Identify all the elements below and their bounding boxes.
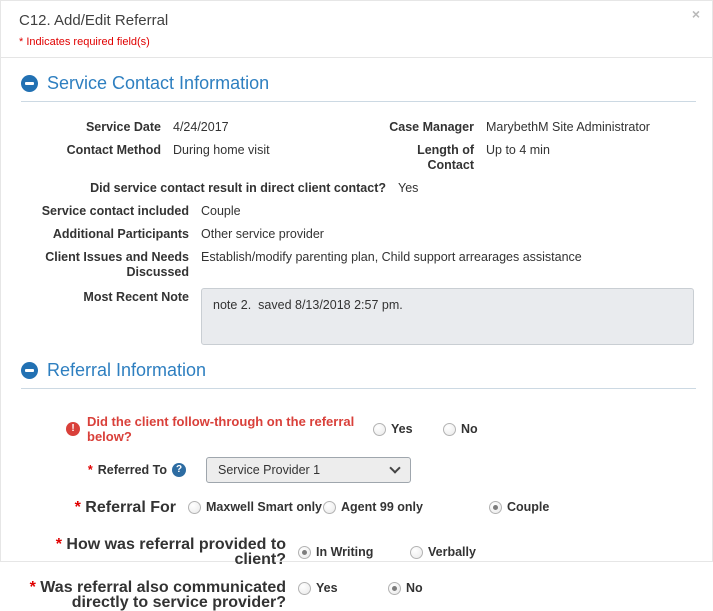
collapse-section-icon[interactable] [21, 362, 38, 379]
row-most-recent-note: Most Recent Note note 2. saved 8/13/2018… [21, 288, 694, 345]
radio-icon[interactable] [410, 546, 423, 559]
how-provided-row: * How was referral provided to client? I… [1, 537, 712, 567]
most-recent-note-label: Most Recent Note [21, 288, 201, 305]
how-provided-label: * How was referral provided to client? [1, 537, 298, 567]
direct-contact-value: Yes [398, 181, 418, 196]
section-title: Referral Information [47, 360, 206, 381]
additional-participants-label: Additional Participants [21, 227, 201, 242]
follow-through-yes-radio[interactable]: Yes [373, 422, 443, 437]
close-icon[interactable]: × [692, 7, 700, 21]
exclamation-circle-icon: ! [66, 422, 80, 436]
selected-option: Service Provider 1 [218, 463, 320, 477]
required-fields-note: * Indicates required field(s) [19, 36, 694, 48]
how-provided-verbally-radio[interactable]: Verbally [410, 545, 476, 560]
client-issues-label: Client Issues and Needs Discussed [21, 250, 201, 280]
most-recent-note-box[interactable]: note 2. saved 8/13/2018 2:57 pm. [201, 288, 694, 345]
referral-for-option-3-radio[interactable]: Couple [489, 500, 549, 515]
row-direct-contact: Did service contact result in direct cli… [21, 181, 694, 196]
referred-to-select[interactable]: Service Provider 1 [206, 457, 411, 483]
referred-to-row: * Referred To ? Service Provider 1 [1, 457, 712, 483]
collapse-section-icon[interactable] [21, 75, 38, 92]
radio-icon[interactable] [489, 501, 502, 514]
section-title: Service Contact Information [47, 73, 269, 94]
communicated-label: * Was referral also communicated directl… [1, 580, 298, 610]
radio-icon[interactable] [388, 582, 401, 595]
length-of-contact-value: Up to 4 min [486, 143, 550, 158]
service-date-value: 4/24/2017 [173, 120, 374, 135]
modal-title: C12. Add/Edit Referral [19, 12, 694, 29]
row-service-date-case-manager: Service Date 4/24/2017 Case Manager Mary… [21, 120, 694, 135]
question-circle-icon[interactable]: ? [172, 463, 186, 477]
follow-through-no-radio[interactable]: No [443, 422, 478, 437]
communicated-no-radio[interactable]: No [388, 581, 423, 596]
radio-icon[interactable] [323, 501, 336, 514]
client-issues-value: Establish/modify parenting plan, Child s… [201, 250, 582, 265]
add-edit-referral-modal: { "modal": { "title": "C12. Add/Edit Ref… [0, 0, 713, 562]
row-contact-included: Service contact included Couple [21, 204, 694, 219]
referral-for-option-1-radio[interactable]: Maxwell Smart only [188, 500, 323, 515]
referral-section-body: ! Did the client follow-through on the r… [1, 414, 712, 610]
radio-icon[interactable] [373, 423, 386, 436]
contact-included-label: Service contact included [21, 204, 201, 219]
referral-for-option-2-radio[interactable]: Agent 99 only [323, 500, 489, 515]
communicated-row: * Was referral also communicated directl… [1, 580, 712, 610]
how-provided-writing-radio[interactable]: In Writing [298, 545, 410, 560]
service-section-body: Service Date 4/24/2017 Case Manager Mary… [1, 102, 712, 345]
contact-included-value: Couple [201, 204, 241, 219]
additional-participants-value: Other service provider [201, 227, 324, 242]
length-of-contact-label: Length of Contact [374, 143, 486, 173]
radio-icon[interactable] [298, 582, 311, 595]
communicated-yes-radio[interactable]: Yes [298, 581, 388, 596]
follow-through-row: ! Did the client follow-through on the r… [66, 414, 712, 444]
case-manager-value: MarybethM Site Administrator [486, 120, 650, 135]
radio-icon[interactable] [188, 501, 201, 514]
required-asterisk: * [88, 463, 93, 477]
row-client-issues: Client Issues and Needs Discussed Establ… [21, 250, 694, 280]
referral-section-header: Referral Information [21, 360, 696, 389]
radio-icon[interactable] [443, 423, 456, 436]
contact-method-value: During home visit [173, 143, 374, 158]
referred-to-label: * Referred To ? [1, 463, 186, 477]
contact-method-label: Contact Method [21, 143, 173, 158]
row-contact-method-length: Contact Method During home visit Length … [21, 143, 694, 173]
service-date-label: Service Date [21, 120, 173, 135]
service-section-header: Service Contact Information [21, 73, 696, 102]
row-additional-participants: Additional Participants Other service pr… [21, 227, 694, 242]
case-manager-label: Case Manager [374, 120, 486, 135]
referral-for-row: * Referral For Maxwell Smart only Agent … [1, 500, 712, 515]
modal-header: C12. Add/Edit Referral * Indicates requi… [1, 1, 712, 58]
radio-icon[interactable] [298, 546, 311, 559]
chevron-down-icon [389, 462, 400, 473]
follow-through-question: Did the client follow-through on the ref… [87, 414, 373, 444]
direct-contact-label: Did service contact result in direct cli… [21, 181, 398, 196]
referral-for-label: * Referral For [1, 500, 188, 515]
